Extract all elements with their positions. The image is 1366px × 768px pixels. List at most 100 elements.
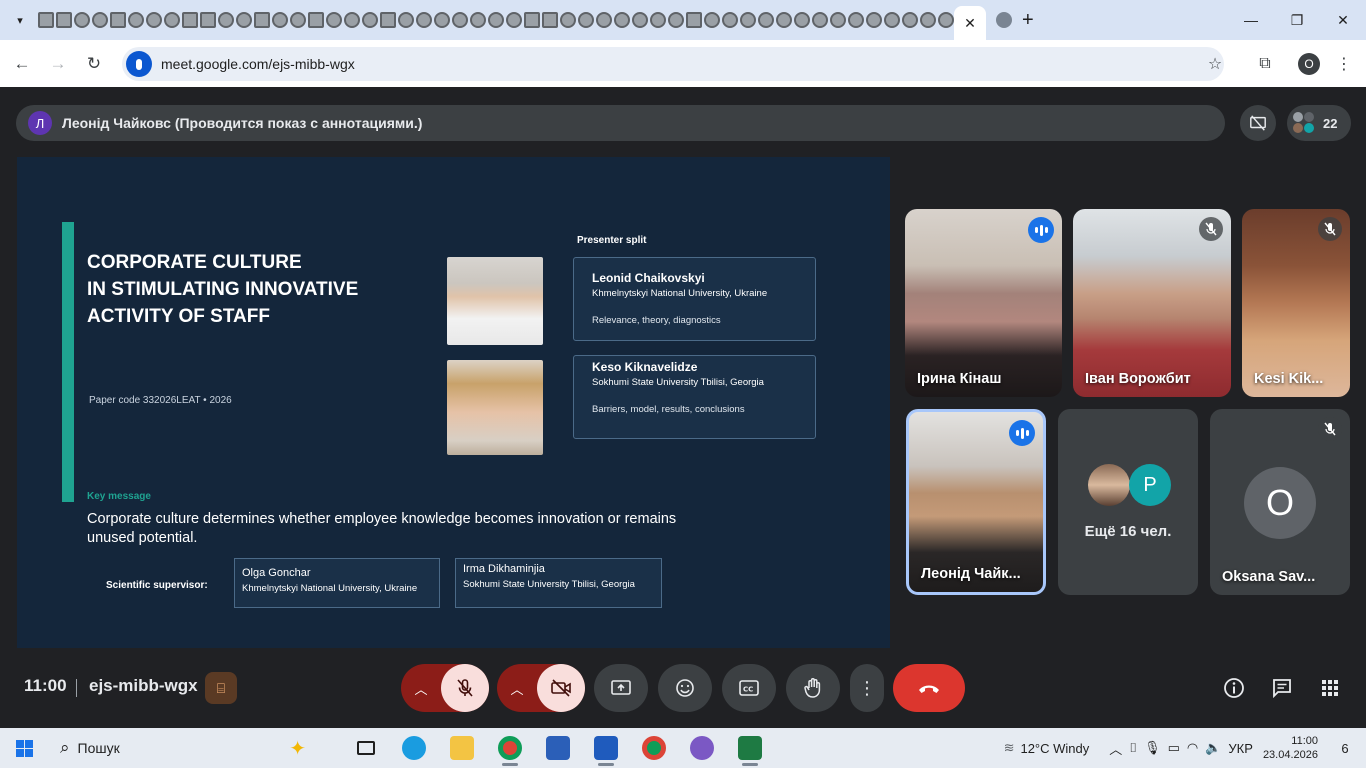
- taskbar-app-word[interactable]: [582, 728, 630, 768]
- more-participants-tile[interactable]: P Ещё 16 чел.: [1058, 409, 1198, 595]
- clock[interactable]: 11:00 23.04.2026: [1263, 734, 1318, 762]
- address-bar[interactable]: meet.google.com/ejs-mibb-wgx: [122, 47, 1224, 81]
- browser-menu-icon[interactable]: ⋮: [1334, 54, 1354, 74]
- tab-favicon[interactable]: [434, 12, 450, 28]
- minimize-button[interactable]: —: [1228, 0, 1274, 40]
- tab-favicon[interactable]: [272, 12, 288, 28]
- tab-favicon[interactable]: [182, 12, 198, 28]
- tab-favicon[interactable]: [56, 12, 72, 28]
- tab-favicon[interactable]: [416, 12, 432, 28]
- tab-favicon[interactable]: [776, 12, 792, 28]
- tab-favicon[interactable]: [740, 12, 756, 28]
- tab-favicon[interactable]: [236, 12, 252, 28]
- participant-tile[interactable]: O Oksana Sav...: [1210, 409, 1350, 595]
- tab-favicon[interactable]: [74, 12, 90, 28]
- tab-favicon[interactable]: [902, 12, 918, 28]
- tab-favicon[interactable]: [488, 12, 504, 28]
- tab-favicon[interactable]: [218, 12, 234, 28]
- meet-tray-icon[interactable]: ⌷: [1129, 740, 1137, 756]
- forward-button[interactable]: →: [40, 46, 76, 82]
- close-window-button[interactable]: ✕: [1320, 0, 1366, 40]
- participant-tile-pinned[interactable]: Леонід Чайк...: [906, 409, 1046, 595]
- tab-favicon[interactable]: [560, 12, 576, 28]
- tab-favicon[interactable]: [920, 12, 936, 28]
- activities-button[interactable]: [1318, 676, 1342, 700]
- tab-favicon[interactable]: [542, 12, 558, 28]
- tab-favicon[interactable]: [812, 12, 828, 28]
- video-settings-chevron-icon[interactable]: ︿: [497, 664, 537, 712]
- captions-button[interactable]: CC: [722, 664, 776, 712]
- participants-button[interactable]: 22: [1287, 105, 1351, 141]
- tab-favicon[interactable]: [110, 12, 126, 28]
- tab-favicon[interactable]: [254, 12, 270, 28]
- tab-favicon[interactable]: [614, 12, 630, 28]
- start-button[interactable]: [0, 728, 48, 768]
- chat-button[interactable]: [1270, 676, 1294, 700]
- active-tab[interactable]: ✕: [954, 6, 986, 40]
- tab-favicon[interactable]: [722, 12, 738, 28]
- language-indicator[interactable]: УКР: [1228, 741, 1253, 756]
- task-view-button[interactable]: [342, 728, 390, 768]
- present-now-button[interactable]: [594, 664, 648, 712]
- taskbar-app-edge[interactable]: [390, 728, 438, 768]
- battery-icon[interactable]: ▭: [1168, 740, 1180, 756]
- participant-tile[interactable]: Kesi Kik...: [1242, 209, 1350, 397]
- profile-avatar[interactable]: О: [1298, 53, 1320, 75]
- end-call-button[interactable]: [893, 664, 965, 712]
- tab-favicon[interactable]: [290, 12, 306, 28]
- tab-favicon[interactable]: [326, 12, 342, 28]
- taskbar-app-chrome[interactable]: [486, 728, 534, 768]
- mic-in-use-icon[interactable]: [126, 51, 152, 77]
- tab-favicon[interactable]: [596, 12, 612, 28]
- tab-favicon[interactable]: [668, 12, 684, 28]
- taskbar-app-save[interactable]: [534, 728, 582, 768]
- new-tab-button[interactable]: +: [1022, 9, 1034, 32]
- tab-favicon[interactable]: [884, 12, 900, 28]
- tab-favicon[interactable]: [362, 12, 378, 28]
- tab-favicon[interactable]: [704, 12, 720, 28]
- presentation-settings-button[interactable]: [1240, 105, 1276, 141]
- emoji-reactions-button[interactable]: [658, 664, 712, 712]
- tab-favicon[interactable]: [164, 12, 180, 28]
- taskbar-app-excel[interactable]: [726, 728, 774, 768]
- tab-favicon[interactable]: [146, 12, 162, 28]
- tab-favicon[interactable]: [128, 12, 144, 28]
- tab-favicon[interactable]: [452, 12, 468, 28]
- url-text[interactable]: meet.google.com/ejs-mibb-wgx: [161, 56, 355, 72]
- tab-favicon[interactable]: [686, 12, 702, 28]
- wifi-icon[interactable]: ◠: [1187, 740, 1198, 756]
- tab-favicon[interactable]: [200, 12, 216, 28]
- tab-favicon[interactable]: [830, 12, 846, 28]
- tab-favicon[interactable]: [938, 12, 954, 28]
- audio-settings-chevron-icon[interactable]: ︿: [401, 664, 441, 712]
- taskbar-app-file-explorer[interactable]: [438, 728, 486, 768]
- meeting-details-button[interactable]: [1222, 676, 1246, 700]
- extensions-icon[interactable]: ⧉: [1250, 55, 1280, 73]
- raise-hand-button[interactable]: [786, 664, 840, 712]
- host-controls-icon[interactable]: ⌸: [205, 672, 237, 704]
- notifications-button[interactable]: 6: [1334, 738, 1356, 758]
- tab-search-icon[interactable]: ▾: [6, 6, 34, 34]
- tab-favicon[interactable]: [866, 12, 882, 28]
- back-button[interactable]: ←: [4, 46, 40, 82]
- tab-favicon[interactable]: [650, 12, 666, 28]
- taskbar-app-viber[interactable]: [678, 728, 726, 768]
- show-hidden-icons-chevron[interactable]: ︿: [1109, 739, 1122, 758]
- tab-favicon[interactable]: [38, 12, 54, 28]
- more-options-button[interactable]: ⋮: [850, 664, 884, 712]
- tab-favicon[interactable]: [308, 12, 324, 28]
- tab-favicon[interactable]: [506, 12, 522, 28]
- bookmark-star-icon[interactable]: ☆: [1200, 54, 1230, 74]
- participant-tile[interactable]: Ірина Кінаш: [905, 209, 1062, 397]
- tab-favicon[interactable]: [578, 12, 594, 28]
- participant-tile[interactable]: Іван Ворожбит: [1073, 209, 1231, 397]
- camera-off-button[interactable]: [537, 664, 585, 712]
- taskbar-search[interactable]: ⌕ Пошук ✦: [52, 728, 310, 768]
- microphone-icon[interactable]: 🎙: [1144, 740, 1161, 756]
- tab-favicon[interactable]: [398, 12, 414, 28]
- tab-favicon[interactable]: [380, 12, 396, 28]
- restore-button[interactable]: ❐: [1274, 0, 1320, 40]
- tab-favicon[interactable]: [996, 12, 1012, 28]
- mic-off-button[interactable]: [441, 664, 489, 712]
- taskbar-app-chrome-2[interactable]: [630, 728, 678, 768]
